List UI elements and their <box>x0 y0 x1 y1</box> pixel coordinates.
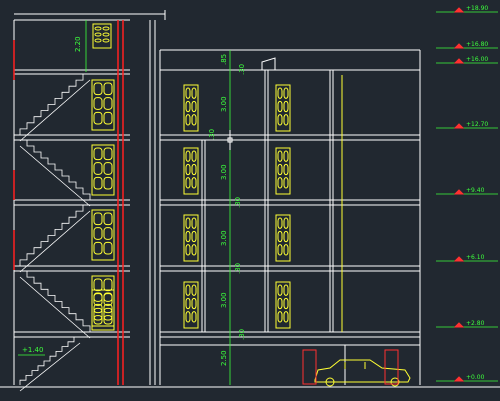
cursor-crosshair <box>222 130 238 150</box>
level-label: +6.10 <box>466 254 485 261</box>
level-marker: +16.00 <box>436 56 498 64</box>
level-label: +16.00 <box>466 56 488 63</box>
dim-parapet: .85 <box>220 54 228 65</box>
dim-floor1: 3.00 <box>220 292 228 308</box>
door <box>183 214 199 262</box>
elevation-drawing: +18.90 +16.80 +16.00 +12.70 +9.40 +6.10 +2.80 +… <box>0 5 500 392</box>
level-marker: +16.80 <box>436 41 498 49</box>
stair-level-marker: +1.40 <box>18 346 45 356</box>
door <box>275 214 291 262</box>
door <box>275 84 291 132</box>
dim-ground: 2.50 <box>220 350 228 366</box>
level-label: +9.40 <box>466 187 485 194</box>
dim-slab3: .30 <box>234 197 242 208</box>
door <box>91 289 115 331</box>
door <box>183 147 199 195</box>
level-marker: +0.00 <box>436 374 498 382</box>
door <box>275 147 291 195</box>
dim-floor4: 3.00 <box>220 96 228 112</box>
level-label: +12.70 <box>466 121 488 128</box>
level-label: +0.00 <box>466 374 485 381</box>
dim-floor2: 3.00 <box>220 230 228 246</box>
level-marker: +2.80 <box>436 320 498 328</box>
level-label: +18.90 <box>466 5 488 12</box>
car-icon <box>314 359 411 387</box>
stair-flight <box>20 139 91 200</box>
door <box>91 209 115 261</box>
drawing-canvas: +18.90 +16.80 +16.00 +12.70 +9.40 +6.10 +2.80 +… <box>0 0 500 401</box>
level-marker: +9.40 <box>436 187 498 195</box>
level-label: +2.80 <box>466 320 485 327</box>
dim-slab4: .30 <box>234 263 242 274</box>
level-markers: +18.90 +16.80 +16.00 +12.70 +9.40 +6.10 +2.80 +… <box>436 5 498 382</box>
dim-slab2: .30 <box>208 129 216 140</box>
dim-stair-top: 2.20 <box>74 36 82 52</box>
stair-flight <box>19 73 90 135</box>
dim-slab5: .30 <box>238 329 246 340</box>
level-label: +16.80 <box>466 41 488 48</box>
stair-flight <box>20 270 91 332</box>
garage-doors <box>302 349 399 385</box>
door <box>91 79 115 131</box>
stair-flights <box>19 73 91 392</box>
door <box>183 84 199 132</box>
stair-flight <box>19 336 80 385</box>
door <box>92 23 112 49</box>
stair-level-label: +1.40 <box>22 346 43 354</box>
level-marker: +6.10 <box>436 254 498 262</box>
door <box>183 281 199 329</box>
dim-floor3: 3.00 <box>220 164 228 180</box>
level-marker: +18.90 <box>436 5 498 13</box>
level-marker: +12.70 <box>436 121 498 129</box>
building-structure <box>0 10 500 388</box>
door <box>275 281 291 329</box>
dim-slab1: .30 <box>238 64 246 75</box>
door <box>91 144 115 196</box>
stair-flight <box>19 204 90 266</box>
